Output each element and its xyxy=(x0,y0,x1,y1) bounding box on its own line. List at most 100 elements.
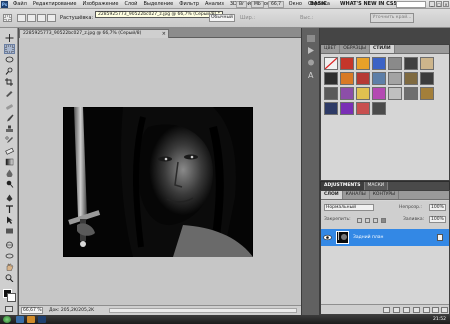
layer-style-icon[interactable] xyxy=(393,307,400,313)
menu-item-9[interactable]: Окно xyxy=(286,0,305,9)
gradient-tool[interactable] xyxy=(5,158,14,166)
brush-tool[interactable] xyxy=(5,114,14,122)
eraser-tool[interactable] xyxy=(5,147,14,155)
style-swatch[interactable] xyxy=(372,102,386,115)
canvas-area[interactable] xyxy=(19,38,301,305)
lasso-tool[interactable] xyxy=(5,56,14,64)
type-tool[interactable] xyxy=(5,205,14,213)
zoom-level-button[interactable]: 66,7 xyxy=(268,1,285,8)
style-swatch[interactable] xyxy=(404,72,418,85)
actions-panel-icon[interactable] xyxy=(306,46,316,55)
new-selection-mode[interactable] xyxy=(17,14,26,22)
style-swatch[interactable] xyxy=(420,87,434,100)
move-tool[interactable] xyxy=(5,34,14,42)
style-select[interactable]: Обычный xyxy=(209,14,235,22)
trash-icon[interactable] xyxy=(441,307,448,313)
style-swatch[interactable] xyxy=(356,102,370,115)
close-document-icon[interactable]: × xyxy=(162,30,166,38)
document-image[interactable] xyxy=(63,107,253,257)
refine-edge-button[interactable]: Уточнить край... xyxy=(370,13,414,23)
tab-swatches[interactable]: ОБРАЗЦЫ xyxy=(340,45,370,53)
path-selection-tool[interactable] xyxy=(5,216,14,224)
document-size-info[interactable]: Док: 205,2K/205,2K xyxy=(49,307,94,314)
opacity-field[interactable]: 100% xyxy=(429,204,446,211)
menu-item-0[interactable]: Файл xyxy=(10,0,30,9)
intersect-selection-mode[interactable] xyxy=(47,14,56,22)
style-swatch[interactable] xyxy=(388,87,402,100)
zoom-field[interactable]: 66,67 % xyxy=(21,307,43,314)
tab-paths[interactable]: КОНТУРЫ xyxy=(370,191,400,199)
history-panel-icon[interactable] xyxy=(306,34,316,43)
zoom-tool[interactable] xyxy=(5,274,14,282)
eyedropper-tool[interactable] xyxy=(5,89,14,97)
3d-orbit-tool[interactable] xyxy=(5,252,14,260)
style-swatch[interactable] xyxy=(324,57,338,70)
mini-bridge-button[interactable]: Mb xyxy=(251,1,264,8)
pen-tool[interactable] xyxy=(5,194,14,202)
style-swatch[interactable] xyxy=(388,57,402,70)
bridge-button[interactable]: Br xyxy=(236,1,247,8)
close-button[interactable]: × xyxy=(443,1,449,7)
maximize-button[interactable]: □ xyxy=(436,1,442,7)
history-brush-tool[interactable] xyxy=(5,136,14,144)
hand-tool[interactable] xyxy=(5,263,14,271)
layer-row-background[interactable]: Задний план xyxy=(321,229,449,246)
new-layer-icon[interactable] xyxy=(432,307,439,313)
style-swatch[interactable] xyxy=(420,72,434,85)
style-swatch[interactable] xyxy=(324,87,338,100)
healing-brush-tool[interactable] xyxy=(5,103,14,111)
style-swatch[interactable] xyxy=(420,57,434,70)
brushes-panel-icon[interactable] xyxy=(306,58,316,67)
lock-transparent-icon[interactable] xyxy=(357,218,362,223)
menu-item-4[interactable]: Выделение xyxy=(140,0,176,9)
style-swatch[interactable] xyxy=(372,87,386,100)
menu-item-2[interactable]: Изображение xyxy=(79,0,121,9)
adjustment-layer-icon[interactable] xyxy=(413,307,420,313)
shape-tool[interactable] xyxy=(5,227,14,235)
tab-channels[interactable]: КАНАЛЫ xyxy=(343,191,370,199)
style-swatch[interactable] xyxy=(356,57,370,70)
lock-position-icon[interactable] xyxy=(373,218,378,223)
quick-mask-button[interactable] xyxy=(5,306,13,312)
start-button-icon[interactable] xyxy=(3,316,11,323)
style-swatch[interactable] xyxy=(324,72,338,85)
help-search-input[interactable] xyxy=(396,1,426,8)
workspace-whatsnew-button[interactable]: WHAT'S NEW IN CS5 xyxy=(340,0,397,9)
style-swatch[interactable] xyxy=(340,102,354,115)
character-panel-icon[interactable]: A xyxy=(306,70,316,80)
tab-color[interactable]: ЦВЕТ xyxy=(321,45,341,53)
style-swatch[interactable] xyxy=(356,72,370,85)
style-swatch[interactable] xyxy=(324,102,338,115)
style-swatch[interactable] xyxy=(404,57,418,70)
fill-field[interactable]: 100% xyxy=(429,216,446,223)
style-swatch[interactable] xyxy=(404,87,418,100)
style-swatch[interactable] xyxy=(340,87,354,100)
document-tab[interactable]: 2285925773_90522bc027_z.jpg @ 66,7% (Сер… xyxy=(19,29,169,38)
3d-rotate-tool[interactable] xyxy=(5,241,14,249)
minimize-button[interactable]: _ xyxy=(429,1,435,7)
dodge-tool[interactable] xyxy=(5,180,14,188)
tab-layers[interactable]: СЛОИ xyxy=(321,191,343,199)
style-swatch[interactable] xyxy=(388,72,402,85)
clone-stamp-tool[interactable] xyxy=(5,125,14,133)
blend-mode-select[interactable]: Нормальный xyxy=(324,204,374,211)
visibility-eye-icon[interactable] xyxy=(323,233,332,242)
menu-item-3[interactable]: Слой xyxy=(121,0,140,9)
menu-item-1[interactable]: Редактирование xyxy=(30,0,80,9)
horizontal-scrollbar[interactable] xyxy=(109,308,297,313)
link-layers-icon[interactable] xyxy=(383,307,390,313)
marquee-tool[interactable] xyxy=(4,44,15,54)
menu-item-5[interactable]: Фильтр xyxy=(176,0,202,9)
background-color-swatch[interactable] xyxy=(7,293,16,302)
tab-styles[interactable]: СТИЛИ xyxy=(369,45,395,53)
add-selection-mode[interactable] xyxy=(27,14,36,22)
crop-tool[interactable] xyxy=(5,78,14,86)
style-swatch[interactable] xyxy=(340,57,354,70)
taskbar-app-icon[interactable] xyxy=(16,316,24,323)
new-group-icon[interactable] xyxy=(423,307,430,313)
style-swatch[interactable] xyxy=(356,87,370,100)
style-swatch[interactable] xyxy=(372,57,386,70)
menu-item-6[interactable]: Анализ xyxy=(202,0,227,9)
tool-preset-picker[interactable] xyxy=(3,14,12,22)
taskbar-photoshop-icon[interactable] xyxy=(38,316,46,323)
